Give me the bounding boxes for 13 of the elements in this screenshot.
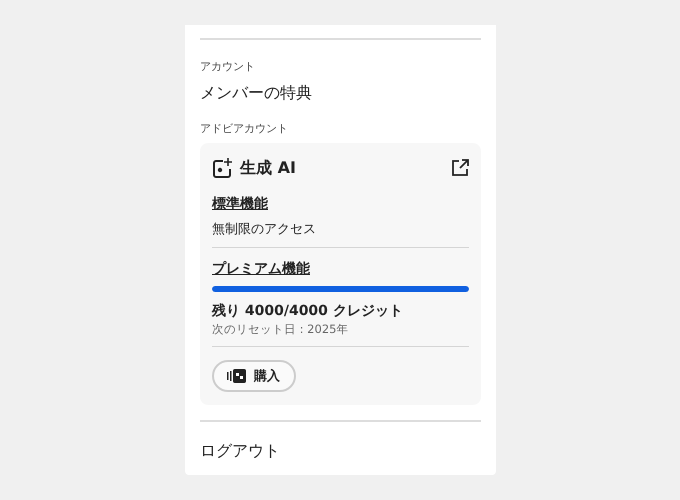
- section-label: アドビアカウント: [200, 121, 289, 136]
- external-link-icon[interactable]: [451, 159, 469, 177]
- reset-date: 次のリセット日 : 2025年: [212, 322, 350, 337]
- card-title: 生成 AI: [240, 158, 297, 178]
- standard-description: 無制限のアクセス: [212, 221, 317, 238]
- section-label: アカウント: [200, 59, 256, 74]
- premium-features-link[interactable]: プレミアム機能: [212, 260, 310, 278]
- credits-remaining: 残り 4000/4000 クレジット: [212, 302, 404, 320]
- member-benefits-link[interactable]: メンバーの特典: [200, 83, 481, 104]
- logout-link[interactable]: ログアウト: [200, 441, 481, 462]
- credits-icon: [226, 369, 246, 383]
- standard-features-link[interactable]: 標準機能: [212, 195, 268, 213]
- buy-button[interactable]: 購入: [212, 360, 296, 392]
